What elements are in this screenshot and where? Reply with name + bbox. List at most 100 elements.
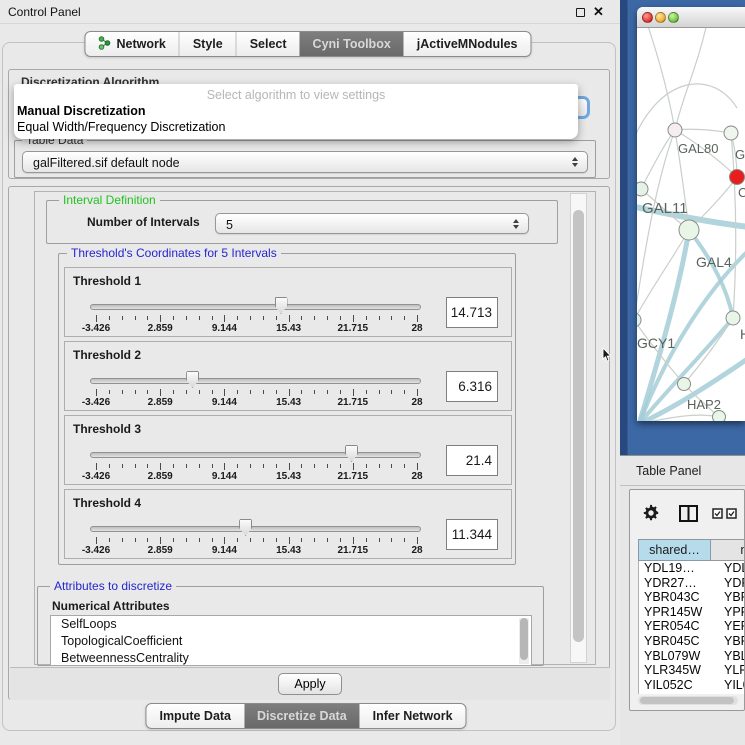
cell-name[interactable]: YLR3 xyxy=(724,663,745,677)
threshold-value-field[interactable]: 14.713 xyxy=(446,297,498,328)
table-data-combobox[interactable]: galFiltered.sif default node xyxy=(22,151,588,173)
table-row[interactable]: YDL19… YDL1 xyxy=(639,561,745,576)
node-table[interactable]: YDL19…YDL1YDR27…YDR2YBR043CYBR0YPR145WYP… xyxy=(638,561,745,694)
zoom-window-icon[interactable] xyxy=(668,12,679,23)
tab-style[interactable]: Style xyxy=(179,32,236,56)
cell-shared-name[interactable]: YBL079W xyxy=(644,649,700,663)
table-row[interactable]: YDR27… YDR2 xyxy=(639,576,745,591)
scrollbar-thumb[interactable] xyxy=(573,210,584,642)
tab-label: Impute Data xyxy=(159,709,231,723)
cell-shared-name[interactable]: YBR045C xyxy=(644,634,700,648)
dropdown-option-equal-width-frequency[interactable]: Equal Width/Frequency Discretization xyxy=(17,120,225,134)
dropdown-prompt: Select algorithm to view settings xyxy=(14,88,578,102)
apply-button[interactable]: Apply xyxy=(278,673,342,695)
tab-infer-network[interactable]: Infer Network xyxy=(360,704,466,728)
panel-scrollbar[interactable] xyxy=(570,193,587,663)
column-header-name[interactable]: name xyxy=(711,539,745,561)
checked-box-icon[interactable] xyxy=(712,508,723,522)
minimize-window-icon[interactable] xyxy=(655,12,666,23)
tab-impute-data[interactable]: Impute Data xyxy=(146,704,244,728)
threshold-panel-3: Threshold 3-3.4262.8599.14415.4321.71528… xyxy=(64,415,512,485)
threshold-slider-thumb[interactable] xyxy=(239,519,252,536)
list-item-betweennesscentrality[interactable]: BetweennessCentrality xyxy=(51,650,531,666)
network-node[interactable] xyxy=(724,126,738,140)
threshold-slider-thumb[interactable] xyxy=(186,371,199,388)
table-row[interactable]: YBR045C YBR0 xyxy=(639,634,745,649)
network-node[interactable] xyxy=(730,170,745,185)
table-row[interactable]: YBR043C YBR0 xyxy=(639,590,745,605)
network-node[interactable] xyxy=(678,378,691,391)
threshold-slider-thumb[interactable] xyxy=(275,297,288,314)
network-node[interactable] xyxy=(637,182,648,196)
table-row[interactable]: YLR345W YLR3 xyxy=(639,663,745,678)
network-node[interactable] xyxy=(726,311,740,325)
tab-cyni-toolbox[interactable]: Cyni Toolbox xyxy=(300,32,404,56)
table-row[interactable]: YER054C YER0 xyxy=(639,619,745,634)
table-h-scrollbar[interactable] xyxy=(638,696,738,705)
scale-label: 28 xyxy=(411,471,422,482)
numerical-attributes-label: Numerical Attributes xyxy=(52,599,170,613)
cell-name[interactable]: YDR2 xyxy=(724,576,745,590)
cell-shared-name[interactable]: YDL19… xyxy=(644,561,695,575)
threshold-slider-track[interactable] xyxy=(90,526,421,532)
cell-name[interactable]: YBL0 xyxy=(724,649,745,663)
float-panel-icon[interactable] xyxy=(576,8,585,17)
numerical-attributes-list[interactable]: SelfLoopsTopologicalCoefficientBetweenne… xyxy=(50,615,532,666)
network-node[interactable] xyxy=(679,220,699,240)
tab-jactivemnodules[interactable]: jActiveMNodules xyxy=(404,32,531,56)
cell-name[interactable]: YER0 xyxy=(724,619,745,633)
network-window-background: GAL80GACGAL11GAL4GCY1HHAP2 xyxy=(620,0,745,455)
node-label-ga: GA xyxy=(735,147,745,162)
network-node[interactable] xyxy=(668,123,682,137)
table-row[interactable]: YPR145W YPR1 xyxy=(639,605,745,620)
list-item-selfloops[interactable]: SelfLoops xyxy=(51,616,531,633)
threshold-value-field[interactable]: 21.4 xyxy=(446,445,498,476)
tab-network[interactable]: Network xyxy=(85,32,178,56)
tab-discretize-data[interactable]: Discretize Data xyxy=(244,704,360,728)
list-scrollbar[interactable] xyxy=(519,618,529,664)
tab-select[interactable]: Select xyxy=(236,32,300,56)
cell-name[interactable]: YBR0 xyxy=(724,590,745,604)
cell-shared-name[interactable]: YPR145W xyxy=(644,605,702,619)
cell-name[interactable]: YPR1 xyxy=(724,605,745,619)
close-window-icon[interactable] xyxy=(642,12,653,23)
threshold-slider-thumb[interactable] xyxy=(345,445,358,462)
node-label-gcy1: GCY1 xyxy=(637,335,675,351)
threshold-slider-track[interactable] xyxy=(90,452,421,458)
threshold-value-field[interactable]: 6.316 xyxy=(446,371,498,402)
scale-label: 28 xyxy=(411,545,422,556)
network-node[interactable] xyxy=(637,313,641,327)
network-node[interactable] xyxy=(713,411,726,422)
scale-label: 28 xyxy=(411,397,422,408)
list-item-topologicalcoefficient[interactable]: TopologicalCoefficient xyxy=(51,633,531,650)
columns-icon[interactable] xyxy=(679,505,698,525)
scale-label: -3.426 xyxy=(82,397,110,408)
cell-name[interactable]: YBR0 xyxy=(724,634,745,648)
cell-name[interactable]: YDL1 xyxy=(724,561,745,575)
number-of-intervals-spinner[interactable]: 5 xyxy=(215,213,529,234)
cell-shared-name[interactable]: YER054C xyxy=(644,619,700,633)
column-header-shared-name[interactable]: shared… xyxy=(638,539,711,561)
threshold-slider-track[interactable] xyxy=(90,304,421,310)
threshold-value-field[interactable]: 11.344 xyxy=(446,519,498,550)
scale-label: -3.426 xyxy=(82,323,110,334)
node-label-gal80: GAL80 xyxy=(678,141,718,156)
gear-icon[interactable] xyxy=(642,504,660,525)
cell-shared-name[interactable]: YDR27… xyxy=(644,576,697,590)
network-canvas[interactable]: GAL80GACGAL11GAL4GCY1HHAP2 xyxy=(637,28,745,421)
table-row[interactable]: YIL052C YIL0 xyxy=(639,678,745,693)
network-window: GAL80GACGAL11GAL4GCY1HHAP2 xyxy=(637,7,745,421)
checked-box-icon[interactable] xyxy=(726,508,737,522)
threshold-slider-track[interactable] xyxy=(90,378,421,384)
table-row[interactable]: YBL079W YBL0 xyxy=(639,649,745,664)
scale-label: 28 xyxy=(411,323,422,334)
dropdown-option-manual-discretization[interactable]: Manual Discretization xyxy=(17,104,146,118)
tab-label: Discretize Data xyxy=(257,709,347,723)
cell-shared-name[interactable]: YBR043C xyxy=(644,590,700,604)
scale-label: 15.43 xyxy=(276,471,301,482)
scale-label: 2.859 xyxy=(148,545,173,556)
cell-shared-name[interactable]: YIL052C xyxy=(644,678,693,692)
close-panel-icon[interactable]: ✕ xyxy=(593,4,604,20)
cell-name[interactable]: YIL0 xyxy=(724,678,745,692)
cell-shared-name[interactable]: YLR345W xyxy=(644,663,701,677)
